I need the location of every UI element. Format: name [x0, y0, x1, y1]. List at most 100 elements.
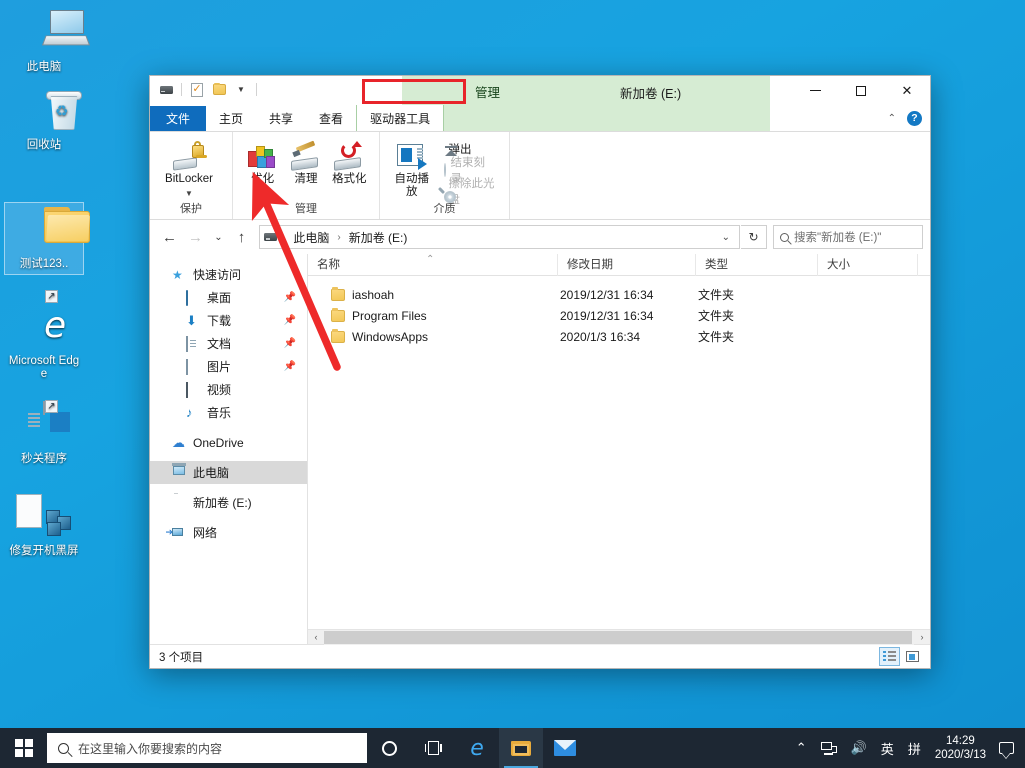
scroll-left-button[interactable]: ‹: [308, 632, 324, 642]
desktop[interactable]: 此电脑 ♻ 回收站 测试123.. e ↗ Microsoft Edge ↗ 秒关…: [0, 0, 150, 728]
task-view-button[interactable]: [411, 728, 455, 768]
desktop-icon-recycle-bin[interactable]: ♻ 回收站: [4, 84, 84, 155]
desktop-icon-label: 此电脑: [26, 61, 62, 73]
horizontal-scrollbar[interactable]: ‹ ›: [308, 629, 930, 645]
scrollbar-track[interactable]: [324, 629, 914, 645]
address-bar-row[interactable]: ← → ⌄ ↑ › 此电脑 › 新加卷 (E:) ⌄ ↻ 搜索"新加卷 (E:)…: [150, 220, 930, 254]
format-button[interactable]: 格式化: [328, 136, 371, 186]
column-header-type[interactable]: 类型: [696, 253, 818, 276]
tab-home[interactable]: 主页: [206, 106, 256, 131]
desktop-icon-edge[interactable]: e ↗ Microsoft Edge: [4, 290, 84, 384]
tab-file[interactable]: 文件: [150, 106, 207, 131]
scroll-right-button[interactable]: ›: [914, 632, 930, 642]
large-icons-view-button[interactable]: [902, 647, 923, 666]
file-name-cell[interactable]: iashoah: [308, 287, 558, 302]
mail-button[interactable]: [543, 728, 587, 768]
table-row[interactable]: iashoah 2019/12/31 16:34 文件夹: [308, 284, 930, 305]
close-button[interactable]: ✕: [884, 76, 930, 105]
cortana-button[interactable]: [367, 728, 411, 768]
pin-icon[interactable]: 📌: [284, 338, 296, 349]
navigation-pane[interactable]: ★ 快速访问 桌面 📌 ⬇ 下载 📌 文档 📌 图片 📌 视频 ♪ 音乐 ☁ O…: [150, 254, 308, 644]
start-button[interactable]: [0, 728, 47, 768]
table-row[interactable]: Program Files 2019/12/31 16:34 文件夹: [308, 305, 930, 326]
tab-view[interactable]: 查看: [306, 106, 356, 131]
column-header-date[interactable]: 修改日期: [558, 253, 696, 276]
optimize-button[interactable]: 优化: [241, 136, 284, 186]
chevron-down-icon[interactable]: ⌄: [717, 232, 735, 243]
chevron-down-icon[interactable]: ▼: [185, 187, 193, 200]
desktop-icon-quick-close[interactable]: ↗ 秒关程序: [4, 398, 84, 469]
quick-access-toolbar[interactable]: ▼: [150, 76, 259, 100]
sidebar-item-music[interactable]: ♪ 音乐: [150, 401, 307, 424]
tab-drive-tools[interactable]: 驱动器工具: [356, 105, 445, 131]
file-name-cell[interactable]: WindowsApps: [308, 329, 558, 344]
ribbon-tab-strip[interactable]: 文件 主页 共享 查看 驱动器工具 ⌃ ?: [150, 105, 930, 132]
file-explorer-window[interactable]: 管理 ▼ 新加卷 (E:) ✕ 文件 主页 共享 查看 驱动器工具 ⌃: [149, 75, 931, 669]
title-bar[interactable]: 管理 ▼ 新加卷 (E:) ✕: [150, 76, 930, 106]
help-icon[interactable]: ?: [907, 111, 922, 126]
sidebar-item-desktop[interactable]: 桌面 📌: [150, 286, 307, 309]
recent-locations-button[interactable]: ⌄: [209, 225, 228, 250]
cleanup-button[interactable]: 清理: [284, 136, 327, 186]
taskbar-search-input[interactable]: 在这里输入你要搜索的内容: [47, 733, 367, 763]
autoplay-icon: [396, 139, 428, 173]
back-button[interactable]: ←: [157, 225, 182, 250]
sidebar-item-downloads[interactable]: ⬇ 下载 📌: [150, 309, 307, 332]
details-view-button[interactable]: [879, 647, 900, 666]
file-list-area[interactable]: 名称 ⌃ 修改日期 类型 大小 iashoah 2019/12/31 16:34…: [308, 253, 930, 645]
file-rows[interactable]: iashoah 2019/12/31 16:34 文件夹 Program Fil…: [308, 276, 930, 629]
show-hidden-icons-button[interactable]: ⌃: [789, 728, 814, 768]
action-center-button[interactable]: [993, 728, 1019, 768]
taskbar[interactable]: 在这里输入你要搜索的内容 e ⌃ 🔊 英 拼 14:29 2020/3/13: [0, 728, 1025, 768]
column-headers[interactable]: 名称 ⌃ 修改日期 类型 大小: [308, 253, 930, 276]
sidebar-item-network[interactable]: ➔ 网络: [150, 521, 307, 544]
table-row[interactable]: WindowsApps 2020/1/3 16:34 文件夹: [308, 326, 930, 347]
column-header-name[interactable]: 名称 ⌃: [308, 253, 558, 276]
sidebar-item-pictures[interactable]: 图片 📌: [150, 355, 307, 378]
pin-icon[interactable]: 📌: [284, 361, 296, 372]
system-tray[interactable]: ⌃ 🔊 英 拼 14:29 2020/3/13: [789, 728, 1025, 768]
chevron-down-icon[interactable]: ▼: [232, 81, 250, 99]
bitlocker-button[interactable]: BitLocker ▼: [158, 136, 220, 200]
file-explorer-button[interactable]: [499, 728, 543, 768]
sidebar-item-new-volume[interactable]: 新加卷 (E:): [150, 491, 307, 514]
desktop-icon-test-folder[interactable]: 测试123..: [4, 202, 90, 275]
properties-icon[interactable]: [188, 81, 206, 99]
sidebar-item-quick-access[interactable]: ★ 快速访问: [150, 263, 307, 286]
clock[interactable]: 14:29 2020/3/13: [928, 734, 993, 762]
search-input[interactable]: 搜索"新加卷 (E:)": [773, 225, 923, 249]
search-icon: [780, 232, 789, 242]
network-icon[interactable]: [814, 728, 844, 768]
search-placeholder: 在这里输入你要搜索的内容: [78, 741, 223, 756]
collapse-ribbon-icon[interactable]: ⌃: [888, 113, 896, 124]
file-name-cell[interactable]: Program Files: [308, 308, 558, 323]
sidebar-item-onedrive[interactable]: ☁ OneDrive: [150, 431, 307, 454]
ime-mode-button[interactable]: 拼: [901, 728, 928, 768]
pin-icon[interactable]: 📌: [284, 292, 296, 303]
window-controls[interactable]: ✕: [792, 76, 930, 105]
tab-share[interactable]: 共享: [256, 106, 306, 131]
sidebar-item-videos[interactable]: 视频: [150, 378, 307, 401]
pin-icon[interactable]: 📌: [284, 315, 296, 326]
address-bar[interactable]: › 此电脑 › 新加卷 (E:) ⌄: [259, 225, 740, 249]
volume-icon[interactable]: 🔊: [844, 728, 874, 768]
ribbon[interactable]: BitLocker ▼ 保护 优化 清理 格式化 管理 自动播放 弹出 结束刻录…: [150, 132, 930, 220]
desktop-icon-fix-black-screen[interactable]: 修复开机黑屏: [4, 490, 84, 561]
ime-language-button[interactable]: 英: [874, 728, 901, 768]
column-header-size[interactable]: 大小: [818, 253, 918, 276]
desktop-icon-this-pc[interactable]: 此电脑: [4, 6, 91, 77]
up-button[interactable]: ↑: [229, 225, 254, 250]
refresh-button[interactable]: ↻: [741, 225, 767, 249]
sidebar-item-documents[interactable]: 文档 📌: [150, 332, 307, 355]
drive-icon[interactable]: [157, 81, 175, 99]
new-folder-icon[interactable]: [210, 81, 228, 99]
breadcrumb-this-pc[interactable]: 此电脑: [290, 228, 332, 247]
breadcrumb-new-volume[interactable]: 新加卷 (E:): [346, 228, 411, 247]
sidebar-item-this-pc[interactable]: 此电脑: [150, 461, 307, 484]
maximize-button[interactable]: [838, 76, 884, 105]
autoplay-button[interactable]: 自动播放: [388, 136, 436, 199]
view-mode-buttons[interactable]: [879, 647, 928, 666]
scrollbar-thumb[interactable]: [324, 630, 912, 644]
edge-button[interactable]: e: [455, 728, 499, 768]
minimize-button[interactable]: [792, 76, 838, 105]
